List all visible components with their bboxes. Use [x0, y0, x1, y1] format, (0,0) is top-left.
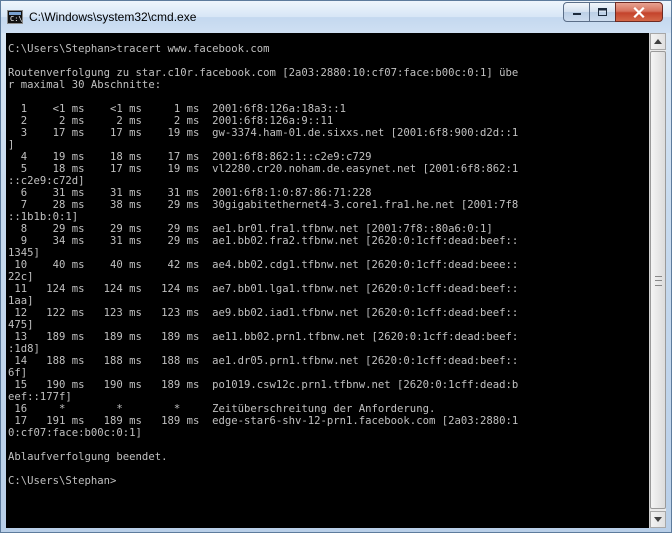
arrow-down-icon [654, 517, 662, 522]
console-line: 5 18 ms 17 ms 19 ms vl2280.cr20.noham.de… [8, 163, 519, 175]
scroll-up-button[interactable] [650, 33, 666, 50]
minimize-icon [572, 13, 581, 15]
console-line: Ablaufverfolgung beendet. [8, 451, 168, 463]
console-line: ::c2e9:c72d] [8, 175, 85, 187]
console-line: 3 17 ms 17 ms 19 ms gw-3374.ham-01.de.si… [8, 127, 519, 139]
console-line: 1aa] [8, 295, 34, 307]
console-line: 6f] [8, 367, 28, 379]
vertical-scrollbar[interactable] [649, 33, 666, 528]
console-line: 15 190 ms 190 ms 189 ms po1019.csw12c.pr… [8, 379, 519, 391]
console-line: eef::177f] [8, 391, 72, 403]
console-line: 6 31 ms 31 ms 31 ms 2001:6f8:1:0:87:86:7… [8, 187, 372, 199]
console-line: 9 34 ms 31 ms 29 ms ae1.bb02.fra2.tfbnw.… [8, 235, 519, 247]
console-line: :1d8] [8, 343, 40, 355]
console-line: 1 <1 ms <1 ms 1 ms 2001:6f8:126a:18a3::1 [8, 103, 347, 115]
console-line: 12 122 ms 123 ms 123 ms ae9.bb02.iad1.tf… [8, 307, 519, 319]
console-line: 11 124 ms 124 ms 124 ms ae7.bb01.lga1.tf… [8, 283, 519, 295]
console-line: 1345] [8, 247, 40, 259]
console-line: 16 * * * Zeitüberschreitung der Anforder… [8, 403, 436, 415]
minimize-button[interactable] [563, 2, 590, 22]
console-line: ::1b1b:0:1] [8, 211, 79, 223]
console-line: 22c] [8, 271, 34, 283]
cmd-app-icon[interactable]: C:\ [7, 10, 23, 24]
console-line: ] [8, 139, 15, 151]
arrow-up-icon [654, 39, 662, 44]
title-bar[interactable]: C:\ C:\Windows\system32\cmd.exe [1, 1, 671, 33]
console-line: 0:cf07:face:b00c:0:1] [8, 427, 142, 439]
cmd-app-icon-label: C:\ [10, 15, 23, 23]
console-line: Routenverfolgung zu star.c10r.facebook.c… [8, 67, 519, 79]
console-line: 8 29 ms 29 ms 29 ms ae1.br01.fra1.tfbnw.… [8, 223, 493, 235]
console-line: r maximal 30 Abschnitte: [8, 79, 162, 91]
console-line: 14 188 ms 188 ms 188 ms ae1.dr05.prn1.tf… [8, 355, 519, 367]
console-output-area[interactable]: C:\Users\Stephan>tracert www.facebook.co… [6, 33, 649, 528]
grip-icon [655, 276, 662, 286]
console-line: 10 40 ms 40 ms 42 ms ae4.bb02.cdg1.tfbnw… [8, 259, 519, 271]
scrollbar-thumb[interactable] [650, 51, 666, 509]
window-title: C:\Windows\system32\cmd.exe [29, 10, 197, 24]
scroll-down-button[interactable] [650, 511, 666, 528]
console-line: 475] [8, 319, 34, 331]
console-text: C:\Users\Stephan>tracert www.facebook.co… [6, 33, 649, 487]
console-line: C:\Users\Stephan>tracert www.facebook.co… [8, 43, 270, 55]
maximize-icon [598, 8, 607, 16]
maximize-button[interactable] [589, 2, 616, 22]
cmd-window: C:\ C:\Windows\system32\cmd.exe C:\Users… [0, 0, 672, 533]
console-line: 4 19 ms 18 ms 17 ms 2001:6f8:862:1::c2e9… [8, 151, 372, 163]
console-line: C:\Users\Stephan> [8, 475, 117, 487]
console-line: 13 189 ms 189 ms 189 ms ae11.bb02.prn1.t… [8, 331, 519, 343]
console-line: 17 191 ms 189 ms 189 ms edge-star6-shv-1… [8, 415, 519, 427]
close-icon [633, 6, 645, 18]
console-line: 7 28 ms 38 ms 29 ms 30gigabitethernet4-3… [8, 199, 519, 211]
console-line: 2 2 ms 2 ms 2 ms 2001:6f8:126a:9::11 [8, 115, 334, 127]
close-button[interactable] [615, 2, 663, 22]
